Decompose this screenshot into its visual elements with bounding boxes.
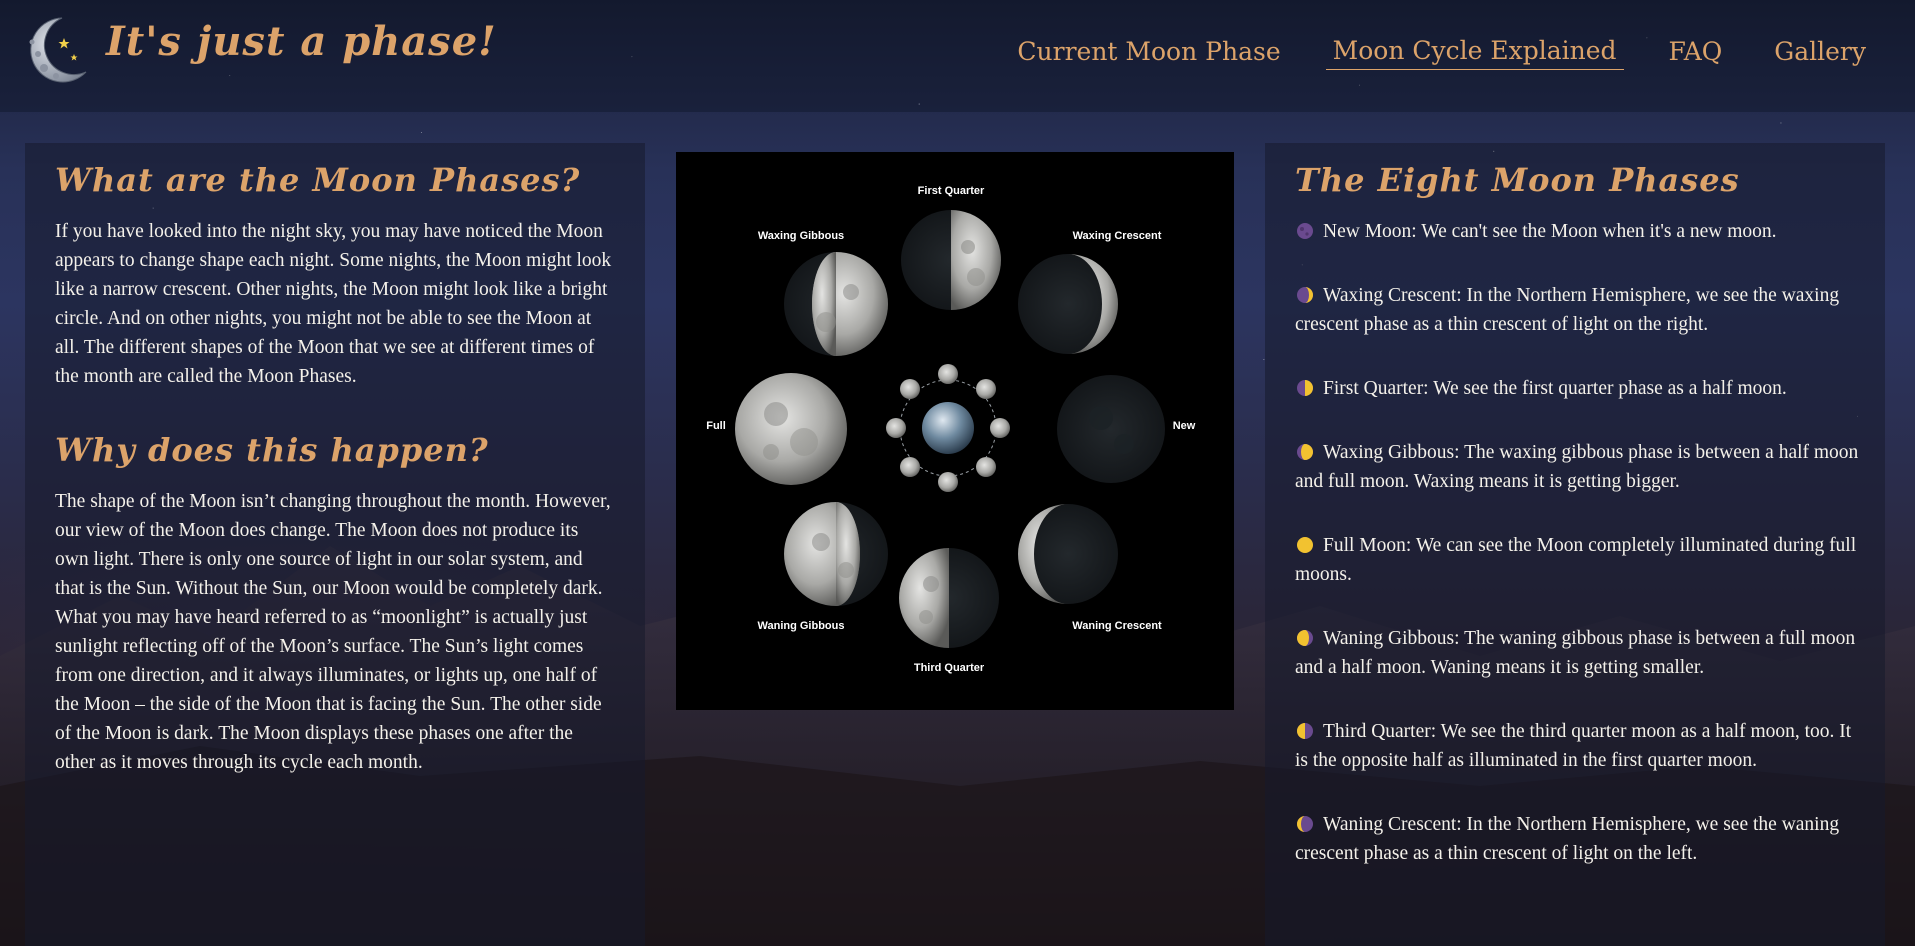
label-third-quarter: Third Quarter — [914, 662, 985, 674]
moon-first-quarter — [901, 210, 1001, 310]
eight-phases-panel: The Eight Moon Phases New Moon: We can't… — [1265, 143, 1885, 946]
nav-moon-cycle-explained[interactable]: Moon Cycle Explained — [1325, 36, 1624, 70]
label-waning-crescent: Waning Crescent — [1072, 620, 1162, 632]
nav-gallery[interactable]: Gallery — [1767, 37, 1873, 70]
label-first-quarter: First Quarter — [918, 185, 985, 197]
site-title[interactable]: It's just a phase! — [106, 18, 497, 65]
label-new: New — [1173, 420, 1196, 432]
intro-paragraph: If you have looked into the night sky, y… — [55, 221, 612, 387]
waxing-gibbous-icon — [1297, 444, 1313, 460]
label-waxing-crescent: Waxing Crescent — [1073, 230, 1162, 242]
phase-item-waxing-crescent: Waxing Crescent: In the Northern Hemisph… — [1295, 285, 1840, 335]
moon-full — [735, 373, 847, 485]
label-waxing-gibbous: Waxing Gibbous — [758, 230, 844, 242]
waning-gibbous-icon — [1297, 630, 1313, 646]
moon-waxing-gibbous — [784, 252, 888, 356]
section-heading-why-happens: Why does this happen? — [55, 431, 489, 469]
moon-new — [1057, 375, 1165, 483]
waning-crescent-icon — [1297, 816, 1313, 832]
phase-item-first-quarter: First Quarter: We see the first quarter … — [1295, 374, 1859, 403]
explanation-paragraph: The shape of the Moon isn’t changing thr… — [55, 491, 611, 773]
nav-current-moon-phase[interactable]: Current Moon Phase — [1010, 37, 1287, 70]
phase-item-third-quarter: Third Quarter: We see the third quarter … — [1295, 721, 1852, 771]
section-heading-what-are-phases: What are the Moon Phases? — [55, 161, 581, 199]
phase-item-new-moon: New Moon: We can't see the Moon when it'… — [1295, 217, 1859, 246]
earth-icon — [922, 402, 974, 454]
new-moon-icon — [1297, 223, 1313, 239]
crescent-moon-stars-icon[interactable] — [18, 14, 90, 86]
moon-waning-crescent — [1018, 504, 1118, 604]
label-waning-gibbous: Waning Gibbous — [758, 620, 845, 632]
phase-item-waxing-gibbous: Waxing Gibbous: The waxing gibbous phase… — [1295, 442, 1859, 492]
phase-item-waning-crescent: Waning Crescent: In the Northern Hemisph… — [1295, 814, 1840, 864]
phase-item-waning-gibbous: Waning Gibbous: The waning gibbous phase… — [1295, 628, 1856, 678]
full-moon-icon — [1297, 537, 1313, 553]
phase-item-full-moon: Full Moon: We can see the Moon completel… — [1295, 535, 1857, 585]
waxing-crescent-icon — [1297, 287, 1313, 303]
moon-third-quarter — [899, 548, 999, 648]
moon-phases-diagram: First Quarter Waxing Gibbous Waxing Cres… — [676, 152, 1234, 710]
moon-waxing-crescent — [1018, 254, 1118, 354]
section-heading-eight-phases: The Eight Moon Phases — [1295, 161, 1740, 199]
third-quarter-icon — [1297, 723, 1313, 739]
moon-phases-intro-panel: What are the Moon Phases? If you have lo… — [25, 143, 645, 946]
site-header: It's just a phase! Current Moon Phase Mo… — [0, 0, 1915, 112]
first-quarter-icon — [1297, 380, 1313, 396]
earth-orbit-diagram — [886, 364, 1010, 492]
nav-faq[interactable]: FAQ — [1662, 37, 1730, 70]
moon-waning-gibbous — [784, 502, 888, 606]
main-nav: Current Moon Phase Moon Cycle Explained … — [1010, 36, 1873, 70]
label-full: Full — [706, 420, 726, 432]
